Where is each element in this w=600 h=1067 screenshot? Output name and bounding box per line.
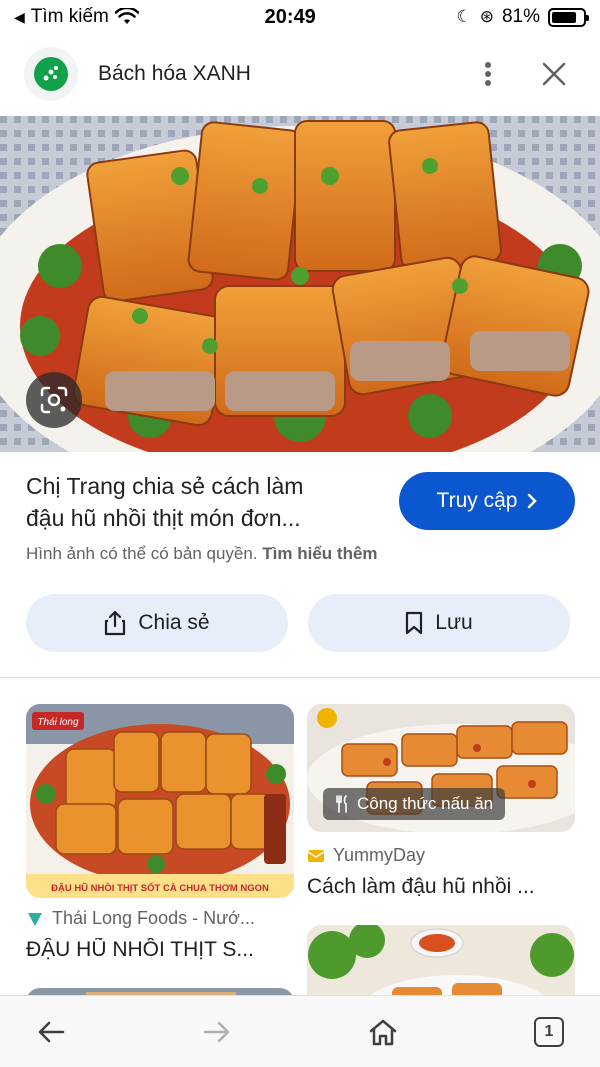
tabs-button[interactable]: 1 xyxy=(526,1009,572,1055)
arrow-back-icon xyxy=(38,1021,65,1042)
tab-count: 1 xyxy=(534,1016,564,1047)
battery-icon xyxy=(548,7,589,27)
back-app-label[interactable]: Tìm kiếm xyxy=(31,6,109,28)
back-button[interactable] xyxy=(28,1009,74,1055)
thai-long-logo-icon xyxy=(28,912,42,926)
save-label: Lưu xyxy=(435,611,473,634)
home-button[interactable] xyxy=(360,1009,406,1055)
recipe-chip-label: Công thức nấu ăn xyxy=(357,794,494,813)
save-button[interactable]: Lưu xyxy=(308,594,570,652)
related-source-1-label: Thái Long Foods - Nướ... xyxy=(52,908,255,928)
status-time: 20:49 xyxy=(264,5,316,28)
app-header: Bách hóa XANH xyxy=(0,40,600,108)
related-source-1: Thái Long Foods - Nướ... xyxy=(26,908,294,929)
brand-tag-text: Thái long xyxy=(37,717,79,728)
lens-icon xyxy=(40,386,68,414)
forward-button[interactable] xyxy=(194,1009,240,1055)
related-source-2: YummyDay xyxy=(307,845,575,866)
visit-button[interactable]: Truy cập xyxy=(399,472,575,530)
chevron-right-icon xyxy=(528,493,538,509)
learn-more-link[interactable]: Tìm hiểu thêm xyxy=(262,544,377,563)
site-name: Bách hóa XANH xyxy=(98,62,251,85)
more-vert-icon xyxy=(485,62,491,86)
copyright-notice: Hình ảnh có thể có bản quyền. Tìm hiểu t… xyxy=(26,544,378,564)
battery-percent: 81% xyxy=(501,6,540,27)
result-title[interactable]: Chị Trang chia sẻ cách làm đậu hũ nhồi t… xyxy=(26,470,386,534)
related-source-2-label: YummyDay xyxy=(333,845,426,865)
close-button[interactable] xyxy=(532,52,576,96)
orientation-lock-icon: ⊛ xyxy=(479,7,494,26)
related-image-1[interactable]: Thái long ĐẬU HŨ NHỒI THỊT SỐT CÀ CHUA T… xyxy=(26,704,294,898)
thai-long-tofu-photo: Thái long ĐẬU HŨ NHỒI THỊT SỐT CÀ CHUA T… xyxy=(26,704,294,898)
home-icon xyxy=(369,1019,397,1045)
related-title-1[interactable]: ĐẬU HŨ NHỒI THỊT S... xyxy=(26,938,294,962)
back-arrow-icon[interactable]: ◀ xyxy=(14,9,25,26)
banner-text: ĐẬU HŨ NHỒI THỊT SỐT CÀ CHUA THƠM NGON xyxy=(51,882,269,894)
bookmark-icon xyxy=(406,611,423,635)
share-button[interactable]: Chia sẻ xyxy=(26,594,288,652)
copyright-text: Hình ảnh có thể có bản quyền. xyxy=(26,544,258,563)
stuffed-tofu-photo xyxy=(0,116,600,452)
visit-label: Truy cập xyxy=(436,489,518,512)
more-options-button[interactable] xyxy=(466,52,510,96)
bach-hoa-xanh-logo-icon xyxy=(34,57,68,91)
share-label: Chia sẻ xyxy=(138,611,210,634)
hero-food-image[interactable] xyxy=(0,116,600,452)
recipe-chip[interactable]: Công thức nấu ăn xyxy=(323,788,506,820)
status-bar: ◀ Tìm kiếm 20:49 ☾ ⊛ 81% xyxy=(0,0,600,34)
related-title-2[interactable]: Cách làm đậu hũ nhồi ... xyxy=(307,875,575,899)
share-icon xyxy=(105,610,126,636)
result-title-line1: Chị Trang chia sẻ cách làm xyxy=(26,473,304,499)
yummyday-logo-icon xyxy=(307,849,325,862)
section-divider xyxy=(0,677,600,678)
result-title-line2: đậu hũ nhồi thịt món đơn... xyxy=(26,505,301,531)
arrow-forward-icon xyxy=(203,1021,230,1042)
fork-knife-icon xyxy=(336,795,347,813)
google-lens-button[interactable] xyxy=(26,372,82,428)
site-logo[interactable] xyxy=(24,47,78,101)
close-icon xyxy=(542,62,566,86)
moon-icon: ☾ xyxy=(456,7,472,26)
bottom-toolbar: 1 xyxy=(0,995,600,1067)
